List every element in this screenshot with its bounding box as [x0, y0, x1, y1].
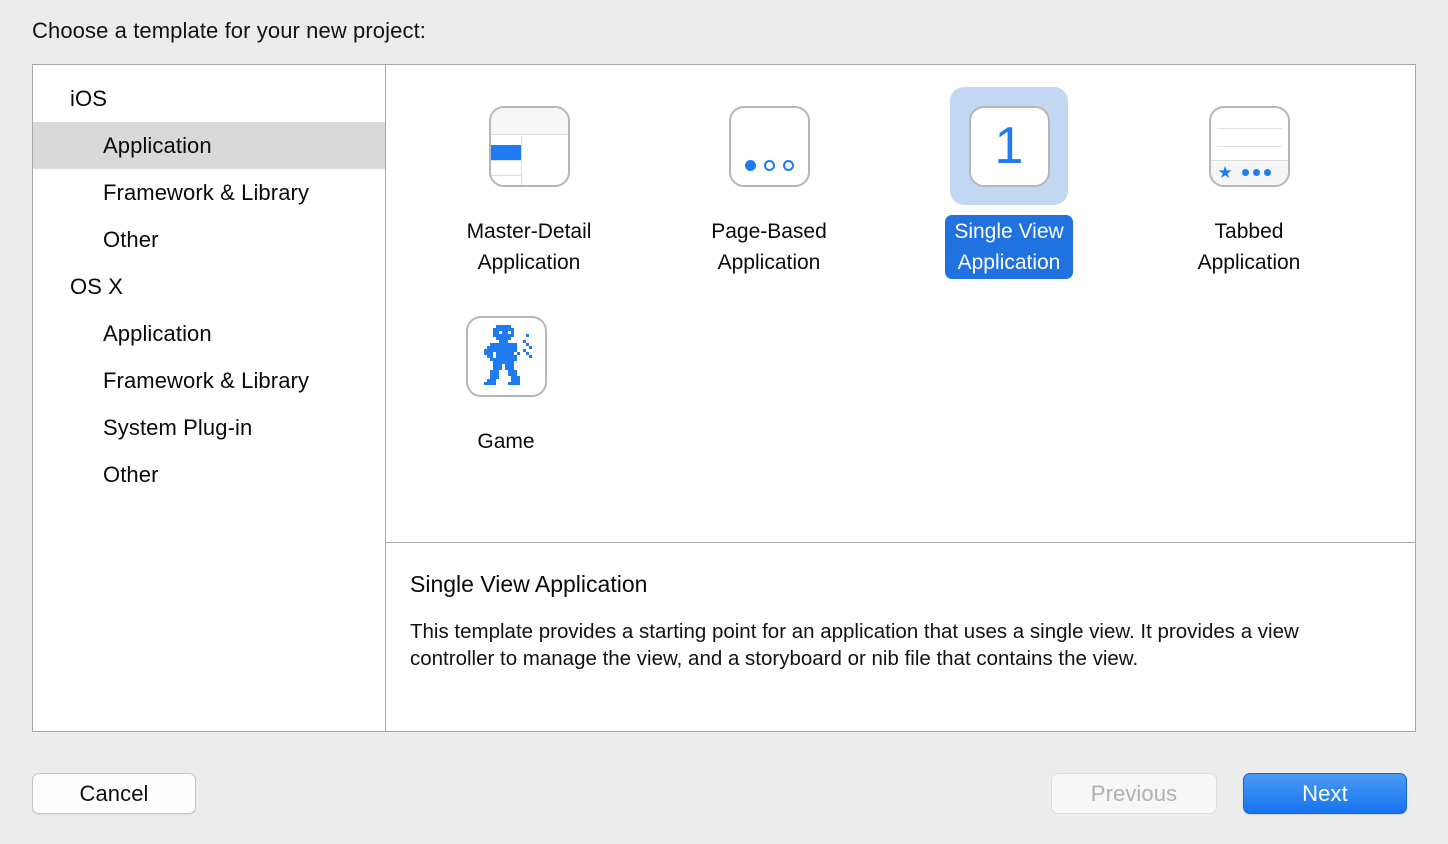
sidebar-item-label: Application	[103, 320, 212, 346]
template-item-single-view[interactable]: 1 Single View Application	[889, 87, 1129, 279]
sidebar-item-other[interactable]: Other	[33, 216, 385, 263]
description-body: This template provides a starting point …	[410, 620, 1299, 670]
sidebar-item-ios[interactable]: iOS	[33, 75, 385, 122]
sidebar-item-system-plug-in[interactable]: System Plug-in	[33, 404, 385, 451]
sidebar-item-label: Framework & Library	[103, 367, 310, 393]
cancel-button[interactable]: Cancel	[32, 773, 196, 814]
template-item-label: Page-Based Application	[711, 220, 827, 274]
sidebar-item-label: Application	[103, 132, 212, 158]
sidebar-item-other[interactable]: Other	[33, 451, 385, 498]
sidebar-item-application[interactable]: Application	[33, 122, 385, 169]
sidebar-item-label: Framework & Library	[103, 179, 310, 205]
template-gallery: Master-Detail Application Page-Based Appl…	[386, 65, 1415, 542]
template-item-master-detail[interactable]: Master-Detail Application	[409, 87, 649, 279]
sidebar-item-framework-library[interactable]: Framework & Library	[33, 357, 385, 404]
template-item-tabbed[interactable]: ★ Tabbed Application	[1129, 87, 1369, 279]
page-title: Choose a template for your new project:	[32, 18, 426, 43]
template-icon-container	[710, 87, 828, 205]
template-grid: Master-Detail Application Page-Based Appl…	[386, 87, 1415, 476]
template-item-label: Master-Detail Application	[466, 220, 592, 274]
description-title: Single View Application	[410, 571, 648, 597]
single-view-number: 1	[994, 117, 1024, 175]
template-item-label: Game	[477, 430, 535, 453]
template-icon-container	[470, 87, 588, 205]
sidebar-item-label: System Plug-in	[103, 414, 253, 440]
sidebar-item-application[interactable]: Application	[33, 310, 385, 357]
page-based-icon	[728, 105, 810, 187]
template-item-game[interactable]: Game	[386, 297, 626, 458]
template-icon-container: ★	[1190, 87, 1308, 205]
sidebar-item-label: Other	[103, 226, 159, 252]
template-icon-container: 1	[950, 87, 1068, 205]
next-button[interactable]: Next	[1243, 773, 1407, 814]
master-detail-icon	[488, 105, 570, 187]
template-icon-container	[447, 297, 565, 415]
template-item-page-based[interactable]: Page-Based Application	[649, 87, 889, 279]
star-icon: ★	[1217, 163, 1233, 182]
sidebar-item-label: Other	[103, 461, 159, 487]
template-chooser-panel: iOS Application Framework & Library Other OS…	[32, 64, 1416, 732]
sidebar-item-os-x[interactable]: OS X	[33, 263, 385, 310]
template-item-label: Single View Application	[945, 215, 1073, 279]
category-sidebar[interactable]: iOS Application Framework & Library Other OS…	[33, 65, 386, 731]
template-description-pane: Single View Application This template pr…	[386, 542, 1415, 731]
previous-button[interactable]: Previous	[1051, 773, 1217, 814]
sidebar-item-label: OS X	[70, 273, 123, 299]
sidebar-item-label: iOS	[70, 85, 107, 111]
tabbed-icon: ★	[1208, 105, 1290, 187]
template-item-label: Tabbed Application	[1197, 220, 1301, 274]
sidebar-item-framework-library[interactable]: Framework & Library	[33, 169, 385, 216]
single-view-icon: 1	[968, 105, 1050, 187]
game-robot-icon	[465, 315, 547, 397]
template-gallery-column: Master-Detail Application Page-Based Appl…	[386, 65, 1415, 731]
